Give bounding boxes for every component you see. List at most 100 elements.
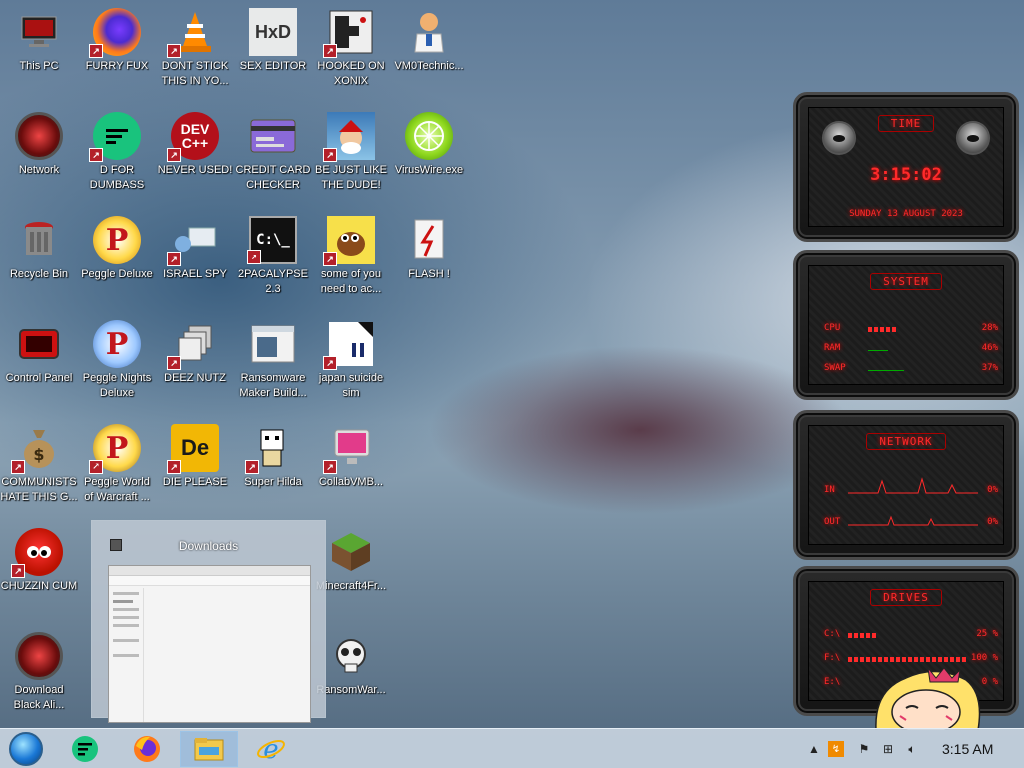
taskbar-internet-explorer[interactable]: e [242, 731, 300, 767]
desktop-icon-peggle-deluxe[interactable]: P Peggle Deluxe [78, 212, 156, 312]
desktop-icon-flash[interactable]: FLASH ! [390, 212, 468, 312]
drive-c-label: C:\ [824, 629, 841, 639]
desktop-icon-viruswire[interactable]: VirusWire.exe [390, 108, 468, 208]
desktop-icon-never-used[interactable]: DEV C++ ↗ NEVER USED! [156, 108, 234, 208]
green-chat-icon [72, 736, 98, 762]
icon-label: CollabVMB... [318, 476, 384, 488]
desktop-icon-collabvm[interactable]: ↗ CollabVMB... [312, 420, 390, 520]
icon-label: HOOKED ON XONIX [317, 60, 385, 87]
desktop-icon-furry-fux[interactable]: ↗ FURRY FUX [78, 4, 156, 104]
swap-bar-line [868, 370, 904, 371]
desktop-icon-2pacalypse[interactable]: C:\_ ↗ 2PACALYPSE 2.3 [234, 212, 312, 312]
shortcut-arrow-icon: ↗ [89, 148, 103, 162]
taskbar-file-explorer[interactable] [180, 731, 238, 767]
desktop-icon-sex-editor[interactable]: HxD SEX EDITOR [234, 4, 312, 104]
shortcut-arrow-icon: ↗ [167, 44, 181, 58]
shortcut-arrow-icon: ↗ [11, 564, 25, 578]
downloads-window-thumbnail[interactable]: Downloads [91, 520, 326, 723]
icon-label: CHUZZIN CUM [0, 580, 78, 592]
shortcut-arrow-icon: ↗ [167, 356, 181, 370]
icon-label: FLASH ! [408, 268, 450, 280]
desktop-icon-deez-nutz[interactable]: ↗ DEEZ NUTZ [156, 316, 234, 416]
desktop: This PC Network Recycle Bin Control Pane… [0, 0, 1024, 735]
taskbar-firefox[interactable] [118, 731, 176, 767]
start-button[interactable] [0, 731, 52, 767]
desktop-icon-dont-stick[interactable]: ↗ DONT STICK THIS IN YO... [156, 4, 234, 104]
window-app-icon [249, 320, 297, 368]
widget-date: SUNDAY 13 AUGUST 2023 [849, 209, 963, 219]
desktop-icon-be-just-like-the-dude[interactable]: ↗ BE JUST LIKE THE DUDE! [312, 108, 390, 208]
chevron-up-icon[interactable]: ▲ [806, 741, 822, 757]
system-panel: SYSTEM CPU 28% RAM 46% SWAP 37% [793, 250, 1019, 400]
devcpp-icon: DEV C++ ↗ [167, 112, 219, 162]
shortcut-arrow-icon: ↗ [323, 148, 337, 162]
desktop-icon-super-hilda[interactable]: ↗ Super Hilda [234, 420, 312, 520]
desktop-icon-recycle-bin[interactable]: Recycle Bin [0, 212, 78, 312]
network-icon[interactable]: ⊞ [880, 741, 896, 757]
desktop-icon-vm0technic[interactable]: VM0Technic... [390, 4, 468, 104]
network-in-label: IN [824, 485, 835, 495]
desktop-icon-israel-spy[interactable]: ↗ ISRAEL SPY [156, 212, 234, 312]
icon-label: Peggle Deluxe [81, 268, 153, 280]
drive-e-label: E:\ [824, 677, 841, 687]
ram-value: 46% [981, 343, 998, 353]
icon-label: DIE PLEASE [162, 476, 228, 488]
icon-label: Super Hilda [244, 476, 302, 488]
desktop-icon-japan-suicide-sim[interactable]: ↗ japan suicide sim [312, 316, 390, 416]
firefox-icon [134, 736, 160, 762]
volume-icon[interactable]: 🔈︎ [904, 741, 920, 757]
drive-c-row: C:\ 25 % [824, 629, 998, 643]
shortcut-arrow-icon: ↗ [167, 148, 181, 162]
network-out-label: OUT [824, 517, 841, 527]
desktop-icon-ransomware-maker[interactable]: Ransomware Maker Build... [234, 316, 312, 416]
shortcut-arrow-icon: ↗ [245, 460, 259, 474]
swap-bar [868, 367, 928, 372]
icon-label: This PC [19, 60, 59, 72]
recycle-bin-icon [15, 216, 63, 264]
xonix-game-icon: ↗ [323, 8, 375, 58]
desktop-icon-chuzzin[interactable]: ↗ CHUZZIN CUM [0, 524, 78, 624]
icon-label: BE JUST LIKE THE DUDE! [315, 164, 387, 191]
control-panel-icon [15, 320, 63, 368]
svg-text:e: e [263, 735, 278, 764]
icon-label: D FOR DUMBASS [89, 164, 145, 191]
desktop-icon-die-please[interactable]: De ↗ DIE PLEASE [156, 420, 234, 520]
icon-label: some of you need to ac... [320, 268, 382, 295]
cpu-row: CPU 28% [824, 323, 998, 337]
taskbar-green-chat[interactable] [56, 731, 114, 767]
desktop-icon-network[interactable]: Network [0, 108, 78, 208]
taskbar-clock[interactable]: 3:15 AM [942, 741, 993, 757]
desktop-icon-credit-card[interactable]: CREDIT CARD CHECKER [234, 108, 312, 208]
network-panel: NETWORK IN 0% OUT 0% [793, 410, 1019, 560]
flag-icon[interactable]: ⚑ [856, 741, 872, 757]
peggle-wow-icon: P ↗ [89, 424, 141, 474]
lime-icon [405, 112, 453, 160]
shortcut-arrow-icon: ↗ [323, 356, 337, 370]
desktop-icon-download-black[interactable]: Download Black Ali... [0, 628, 78, 728]
update-icon[interactable]: ↯ [828, 741, 844, 757]
icon-label: FURRY FUX [85, 60, 149, 72]
icon-label: DONT STICK THIS IN YO... [161, 60, 229, 87]
cpu-bar-fill [868, 327, 896, 332]
terminal-icon: C:\_ ↗ [247, 216, 297, 264]
desktop-icon-this-pc[interactable]: This PC [0, 4, 78, 104]
internet-explorer-icon: e [257, 735, 285, 764]
icon-label: CREDIT CARD CHECKER [235, 164, 311, 191]
desktop-icon-d-for-dumbass[interactable]: ↗ D FOR DUMBASS [78, 108, 156, 208]
pink-monitor-icon: ↗ [323, 424, 375, 474]
thumbnail-title: Downloads [178, 539, 239, 553]
desktop-icon-hooked-on-xonix[interactable]: ↗ HOOKED ON XONIX [312, 4, 390, 104]
desktop-icon-peggle-nights[interactable]: P Peggle Nights Deluxe [78, 316, 156, 416]
ram-bar-line [868, 350, 888, 351]
shortcut-arrow-icon: ↗ [11, 460, 25, 474]
drive-c-bar-fill [848, 633, 878, 638]
desktop-icon-control-panel[interactable]: Control Panel [0, 316, 78, 416]
desktop-icon-peggle-wow[interactable]: P ↗ Peggle World of Warcraft ... [78, 420, 156, 520]
desktop-icon-communists[interactable]: $ ↗ COMMUNISTS HATE THIS G... [0, 420, 78, 520]
swap-label: SWAP [824, 363, 846, 373]
shortcut-arrow-icon: ↗ [323, 460, 337, 474]
shortcut-arrow-icon: ↗ [167, 252, 181, 266]
desktop-icon-some-of-you[interactable]: ↗ some of you need to ac... [312, 212, 390, 312]
cpu-label: CPU [824, 323, 841, 333]
icon-label: SEX EDITOR [239, 60, 307, 72]
